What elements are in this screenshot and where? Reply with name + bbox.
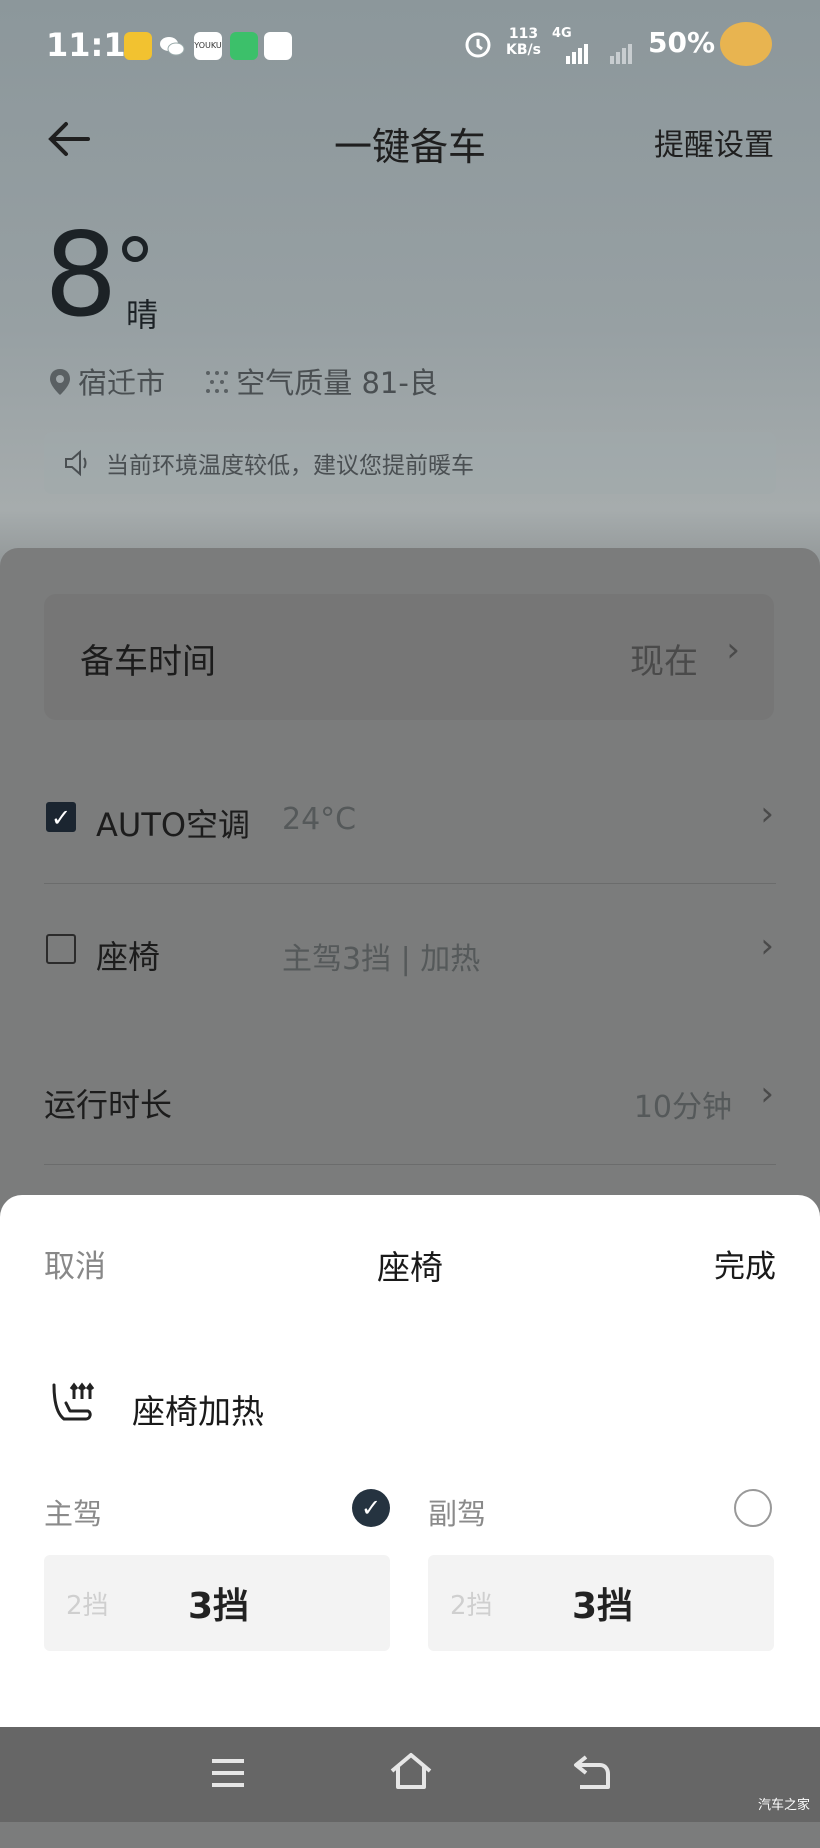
passenger-radio[interactable] xyxy=(734,1489,772,1527)
seat-bottom-sheet: 取消 座椅 完成 座椅加热 主驾 ✓ 副驾 2挡 3挡 2挡 3挡 xyxy=(0,1195,820,1727)
divider xyxy=(44,1164,776,1165)
net-speed: 113 KB/s xyxy=(506,26,541,58)
youku-icon: YOUKU xyxy=(194,32,222,60)
ac-row[interactable]: ✓ AUTO空调 24°C › xyxy=(0,780,820,856)
air-quality-icon xyxy=(204,368,230,402)
divider xyxy=(44,883,776,884)
remind-settings-link[interactable]: 提醒设置 xyxy=(654,120,774,164)
prep-time-value: 现在 xyxy=(630,642,698,682)
ac-checkbox[interactable]: ✓ xyxy=(46,802,76,832)
status-bar: 11:11 YOUKU 113 KB/s 4G 50% xyxy=(0,18,820,74)
location-pin-icon xyxy=(48,367,72,404)
picker-option[interactable]: 2挡 xyxy=(66,1585,109,1622)
temperature: 8 xyxy=(44,208,118,343)
seat-label: 座椅 xyxy=(96,938,161,976)
notice-text: 当前环境温度较低，建议您提前暖车 xyxy=(106,453,474,479)
battery-text: 50% xyxy=(648,26,716,59)
picker-selected[interactable]: 3挡 xyxy=(572,1577,633,1629)
home-icon[interactable] xyxy=(388,1751,434,1795)
ac-value: 24°C xyxy=(282,802,357,837)
run-duration-row[interactable]: 运行时长 10分钟 › xyxy=(0,1060,820,1136)
uc-browser-icon xyxy=(264,32,292,60)
prep-time-label: 备车时间 xyxy=(80,642,216,682)
avatar[interactable] xyxy=(720,22,772,66)
passenger-level-picker[interactable]: 2挡 3挡 xyxy=(428,1555,774,1651)
system-nav-bar: 汽车之家 xyxy=(0,1727,820,1822)
seat-row[interactable]: 座椅 主驾3挡 | 加热 › xyxy=(0,912,820,988)
menu-icon[interactable] xyxy=(208,1755,248,1795)
air-quality-text: 空气质量 81-良 xyxy=(236,366,438,400)
speaker-icon xyxy=(62,448,92,482)
passenger-label: 副驾 xyxy=(428,1497,487,1531)
seat-heat-icon xyxy=(46,1377,102,1437)
hand-app-icon xyxy=(124,32,152,60)
degree-icon xyxy=(122,236,148,262)
seat-heat-title: 座椅加热 xyxy=(132,1392,264,1431)
picker-option[interactable]: 2挡 xyxy=(450,1585,493,1622)
run-duration-value: 10分钟 xyxy=(633,1090,732,1125)
seat-checkbox[interactable] xyxy=(46,934,76,964)
picker-selected[interactable]: 3挡 xyxy=(188,1577,249,1629)
alarm-icon xyxy=(462,28,494,64)
chevron-right-icon: › xyxy=(726,630,740,670)
net-type: 4G xyxy=(552,26,572,41)
weather-condition: 晴 xyxy=(126,296,159,334)
header: 一键备车 提醒设置 xyxy=(0,110,820,170)
back-icon[interactable] xyxy=(572,1753,612,1795)
notice-banner: 当前环境温度较低，建议您提前暖车 xyxy=(44,432,776,494)
chat-app-icon xyxy=(230,32,258,60)
chevron-right-icon: › xyxy=(760,1074,774,1114)
driver-level-picker[interactable]: 2挡 3挡 xyxy=(44,1555,390,1651)
driver-radio[interactable]: ✓ xyxy=(352,1489,390,1527)
seat-value: 主驾3挡 | 加热 xyxy=(282,942,481,977)
done-button[interactable]: 完成 xyxy=(714,1241,776,1286)
location-text: 宿迁市 xyxy=(78,366,166,400)
chevron-right-icon: › xyxy=(760,926,774,966)
run-duration-label: 运行时长 xyxy=(44,1086,173,1124)
driver-label: 主驾 xyxy=(44,1497,103,1531)
chevron-right-icon: › xyxy=(760,794,774,834)
location-row: 宿迁市 空气质量 81-良 xyxy=(48,360,438,404)
signal-weak-icon xyxy=(608,42,644,70)
watermark: 汽车之家 xyxy=(757,1798,810,1813)
wechat-icon xyxy=(158,32,186,60)
prep-time-row[interactable]: 备车时间 现在 › xyxy=(44,594,774,720)
ac-label: AUTO空调 xyxy=(96,806,251,844)
sheet-title: 座椅 xyxy=(377,1248,443,1287)
signal-icon xyxy=(552,42,592,70)
